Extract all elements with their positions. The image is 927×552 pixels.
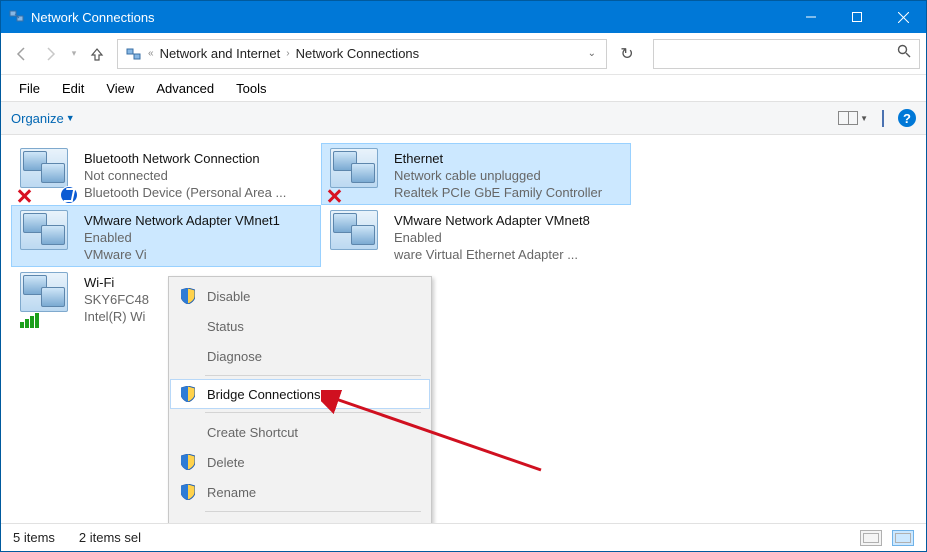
window-title: Network Connections [31, 10, 788, 25]
preview-pane-button[interactable] [882, 111, 884, 126]
connection-device: Realtek PCIe GbE Family Controller [394, 184, 602, 201]
search-input[interactable] [653, 39, 920, 69]
bluetooth-icon [60, 186, 78, 204]
shield-icon [181, 288, 199, 304]
ctx-label: Create Shortcut [207, 425, 298, 440]
organize-button[interactable]: Organize [11, 111, 64, 126]
refresh-button[interactable]: ↻ [609, 44, 645, 64]
menu-edit[interactable]: Edit [52, 78, 94, 99]
connection-status: Not connected [84, 167, 286, 184]
view-details-button[interactable] [860, 530, 882, 546]
connection-device: VMware Vi [84, 246, 280, 263]
connection-device: Bluetooth Device (Personal Area ... [84, 184, 286, 201]
breadcrumb-segment[interactable]: Network and Internet [154, 46, 287, 61]
connection-icon [20, 272, 76, 324]
connection-item[interactable]: VMware Network Adapter VMnet1 Enabled VM… [11, 205, 321, 267]
back-button[interactable] [7, 40, 35, 68]
connection-status: Network cable unplugged [394, 167, 602, 184]
error-x-icon [16, 188, 32, 204]
ctx-disable[interactable]: Disable [171, 281, 429, 311]
connection-name: Ethernet [394, 150, 602, 167]
status-item-count: 5 items [13, 530, 55, 545]
close-button[interactable] [880, 1, 926, 33]
connection-icon [330, 210, 386, 262]
connection-name: Wi-Fi [84, 274, 149, 291]
titlebar-icon [9, 8, 25, 27]
titlebar: Network Connections [1, 1, 926, 33]
connection-icon [330, 148, 386, 200]
breadcrumb-segment[interactable]: Network Connections [290, 46, 426, 61]
ctx-label: Rename [207, 485, 256, 500]
menubar: File Edit View Advanced Tools [1, 75, 926, 101]
connection-item[interactable]: Ethernet Network cable unplugged Realtek… [321, 143, 631, 205]
window-root: Network Connections ▾ [0, 0, 927, 552]
error-x-icon [326, 188, 342, 204]
ctx-label: Bridge Connections [207, 387, 320, 402]
forward-button[interactable] [37, 40, 65, 68]
breadcrumb-root-icon [120, 46, 148, 62]
ctx-bridge-connections[interactable]: Bridge Connections [170, 379, 430, 409]
view-layout-button[interactable]: ▼ [838, 111, 868, 125]
ctx-label: Disable [207, 289, 250, 304]
ctx-create-shortcut[interactable]: Create Shortcut [171, 417, 429, 447]
minimize-button[interactable] [788, 1, 834, 33]
context-menu: Disable Status Diagnose Bridge Connectio… [168, 276, 432, 551]
connection-status: Enabled [84, 229, 280, 246]
ctx-diagnose[interactable]: Diagnose [171, 341, 429, 371]
ctx-status[interactable]: Status [171, 311, 429, 341]
recent-dropdown[interactable]: ▾ [67, 40, 81, 68]
organize-bar: Organize ▼ ▼ ? [1, 101, 926, 135]
connection-icon [20, 210, 76, 262]
shield-icon [181, 386, 199, 402]
layout-icon [838, 111, 858, 125]
connection-device: Intel(R) Wi [84, 308, 149, 325]
organize-caret-icon: ▼ [66, 113, 75, 123]
connection-icon [20, 148, 76, 200]
connection-item[interactable]: Bluetooth Network Connection Not connect… [11, 143, 321, 205]
chevron-down-icon: ▼ [860, 114, 868, 123]
up-button[interactable] [83, 40, 111, 68]
pane-icon [882, 110, 884, 127]
view-tiles-button[interactable] [892, 530, 914, 546]
ctx-separator [205, 412, 421, 413]
menu-advanced[interactable]: Advanced [146, 78, 224, 99]
help-button[interactable]: ? [898, 109, 916, 127]
status-selected-count: 2 items sel [79, 530, 141, 545]
wifi-signal-icon [20, 313, 39, 328]
breadcrumb[interactable]: « Network and Internet › Network Connect… [117, 39, 607, 69]
menu-view[interactable]: View [96, 78, 144, 99]
ctx-label: Status [207, 319, 244, 334]
connection-device: ware Virtual Ethernet Adapter ... [394, 246, 590, 263]
search-icon [897, 44, 911, 63]
connection-item[interactable]: VMware Network Adapter VMnet8 Enabled wa… [321, 205, 631, 267]
menu-tools[interactable]: Tools [226, 78, 276, 99]
connection-name: VMware Network Adapter VMnet8 [394, 212, 590, 229]
connection-status: Enabled [394, 229, 590, 246]
nav-toolbar: ▾ « Network and Internet › Network Conne… [1, 33, 926, 75]
ctx-separator [205, 375, 421, 376]
connection-name: Bluetooth Network Connection [84, 150, 286, 167]
connection-grid: Bluetooth Network Connection Not connect… [11, 143, 916, 329]
content-area[interactable]: Bluetooth Network Connection Not connect… [1, 135, 926, 515]
ctx-delete[interactable]: Delete [171, 447, 429, 477]
ctx-separator [205, 511, 421, 512]
shield-icon [181, 454, 199, 470]
ctx-label: Diagnose [207, 349, 262, 364]
connection-status: SKY6FC48 [84, 291, 149, 308]
breadcrumb-dropdown[interactable]: ⌄ [580, 48, 604, 59]
menu-file[interactable]: File [9, 78, 50, 99]
ctx-label: Delete [207, 455, 245, 470]
status-bar: 5 items 2 items sel [1, 523, 926, 551]
shield-icon [181, 484, 199, 500]
ctx-rename[interactable]: Rename [171, 477, 429, 507]
connection-name: VMware Network Adapter VMnet1 [84, 212, 280, 229]
maximize-button[interactable] [834, 1, 880, 33]
